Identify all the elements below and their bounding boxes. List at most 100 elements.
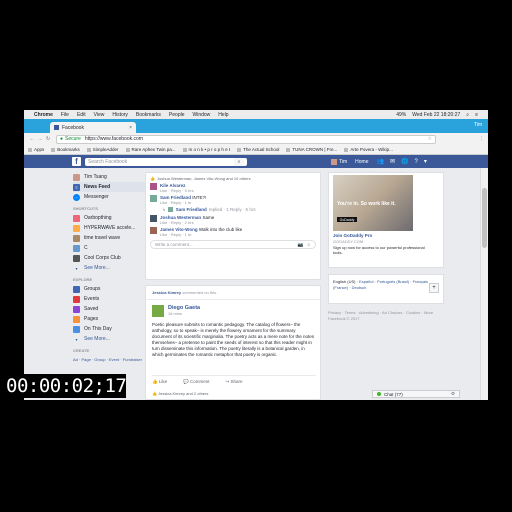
address-bar-row: ← → ↻ ● Secure https://www.facebook.com …: [24, 133, 488, 145]
ad-url: GODADDY.COM: [333, 239, 364, 244]
activity-user-link[interactable]: Jessica Kimrey: [152, 290, 181, 295]
menu-window[interactable]: Window: [193, 112, 211, 118]
avatar[interactable]: [150, 215, 157, 222]
like-button[interactable]: 👍 Like: [152, 379, 167, 385]
sidebar-item-label: Oarbopthing: [84, 215, 112, 221]
reaction-icons: 👍: [150, 176, 155, 181]
post-actions: 👍 Like 💬 Comment ↪ Share: [152, 375, 316, 385]
page-icon: [286, 147, 291, 152]
comment-meta[interactable]: Like · Reply · 5 hrs: [160, 188, 194, 193]
bookmark-item[interactable]: Apps: [28, 147, 44, 152]
video-timecode: 00:00:02;17: [6, 374, 127, 398]
bookmark-item[interactable]: TUNA CROWN | Fre...: [286, 147, 337, 152]
account-menu-icon[interactable]: ▾: [424, 158, 427, 165]
bookmark-item[interactable]: Rare Aphex Twin pa...: [125, 147, 176, 152]
profile-user-name[interactable]: Tim: [474, 122, 482, 128]
help-icon[interactable]: ?: [415, 159, 418, 165]
comment-meta[interactable]: Like · Reply · 1 hr: [160, 232, 242, 237]
group-icon: [73, 234, 80, 242]
notifications-icon[interactable]: 🌐: [401, 158, 408, 165]
comment-text: INTE?!: [192, 195, 207, 200]
menu-people[interactable]: People: [169, 112, 185, 118]
share-button[interactable]: ↪ Share: [226, 379, 243, 385]
avatar[interactable]: [150, 183, 157, 190]
reply-author: Sam Friedland: [175, 207, 207, 212]
ad-title[interactable]: Join GoDaddy Pro: [333, 233, 372, 238]
facebook-favicon-icon: [54, 125, 59, 130]
on-this-day-icon: [73, 325, 80, 333]
list-icon[interactable]: ≡: [475, 112, 478, 118]
menu-edit[interactable]: Edit: [77, 112, 86, 118]
menu-help[interactable]: Help: [218, 112, 228, 118]
menu-bookmarks[interactable]: Bookmarks: [136, 112, 161, 118]
comment-text: Walk into the club like: [198, 227, 243, 232]
nav-home-link[interactable]: Home: [355, 159, 368, 165]
avatar: [73, 173, 80, 181]
page-icon: [344, 147, 349, 152]
camera-icon[interactable]: 📷: [298, 242, 304, 248]
comment-reply-summary[interactable]: ↳ Sam Friedland replied · 1 Reply · 5 hr…: [158, 206, 320, 214]
post-time[interactable]: 16 mins: [168, 311, 200, 316]
forward-icon[interactable]: →: [36, 136, 44, 142]
tab-facebook[interactable]: Facebook ×: [50, 122, 136, 133]
back-icon[interactable]: ←: [28, 136, 36, 142]
nav-profile-link[interactable]: Tim: [339, 159, 347, 165]
bookmark-item[interactable]: m o n k • p r o p h e t: [182, 147, 230, 152]
reload-icon[interactable]: ↻: [44, 136, 52, 142]
avatar[interactable]: [150, 195, 157, 202]
page-scrollbar[interactable]: [480, 168, 488, 400]
chrome-menu-icon[interactable]: ⋮: [479, 136, 484, 142]
gear-icon[interactable]: ⚙: [451, 391, 455, 397]
events-icon: [73, 295, 80, 303]
sidebar-item-label: time travel wave: [84, 235, 121, 241]
comment: Sam Friedland INTE?! Like · Reply · 1 hr: [146, 194, 320, 206]
comment: James Vito-Wong Walk into the club like …: [146, 226, 320, 238]
url-input[interactable]: ● Secure https://www.facebook.com ☆: [56, 134, 436, 144]
post-likes-summary[interactable]: 👍 Jessica Kimrey and 2 others: [152, 391, 208, 396]
bookmark-star-icon[interactable]: ☆: [428, 136, 432, 142]
comment-input[interactable]: Write a comment... 📷 ☺: [150, 240, 316, 249]
battery-percent[interactable]: 49%: [396, 112, 406, 118]
post-header: Diego Gaeta 16 mins: [146, 300, 320, 319]
avatar[interactable]: [150, 227, 157, 234]
messenger-icon: ~: [73, 193, 80, 201]
avatar[interactable]: [331, 158, 337, 165]
comment-button[interactable]: 💬 Comment: [183, 379, 209, 385]
sponsored-ad[interactable]: You're in. So work like it. GoDaddy Join…: [328, 172, 444, 268]
sidebar-item-label: News Feed: [84, 184, 111, 190]
add-language-button[interactable]: +: [429, 283, 439, 293]
menu-history[interactable]: History: [112, 112, 128, 118]
likes-text: Jessica Kimrey and 2 others: [158, 391, 209, 396]
sticker-icon[interactable]: ☺: [306, 242, 311, 247]
sidebar-item-label: Cool Corps Club: [84, 255, 121, 261]
facebook-search-input[interactable]: Search Facebook ⌕: [85, 157, 247, 166]
bookmark-item[interactable]: SimpleAdder: [86, 147, 119, 152]
friend-requests-icon[interactable]: 👥: [377, 158, 384, 165]
menu-clock[interactable]: Wed Feb 22 18:20:27: [412, 112, 460, 118]
bookmark-item[interactable]: Arte Povera - Wikip...: [344, 147, 393, 152]
close-icon[interactable]: ×: [129, 125, 132, 131]
menu-file[interactable]: File: [61, 112, 69, 118]
sidebar-item-label: On This Day: [84, 326, 112, 332]
sidebar-item-label: Groups: [84, 286, 101, 292]
avatar[interactable]: [152, 305, 164, 317]
comment-meta[interactable]: Like · Reply · 2 hrs: [160, 220, 214, 225]
search-icon[interactable]: ⌕: [234, 157, 244, 166]
facebook-logo-icon[interactable]: f: [72, 157, 81, 166]
chat-label: Chat (77): [384, 391, 403, 397]
messages-icon[interactable]: ✉: [390, 158, 395, 165]
menu-view[interactable]: View: [94, 112, 105, 118]
bookmark-item[interactable]: The Actual School: [237, 147, 279, 152]
screen-recording-frame: Chrome File Edit View History Bookmarks …: [24, 110, 488, 400]
sidebar-item-label: Tim Tsang: [84, 174, 107, 180]
reactions-summary[interactable]: 👍 Joshua Westerman, James Vito-Wong and …: [146, 173, 320, 182]
bookmark-item[interactable]: Bookmarks: [51, 147, 80, 152]
comment-meta[interactable]: Like · Reply · 1 hr: [160, 200, 206, 205]
reactions-text: Joshua Westerman, James Vito-Wong and 10…: [156, 176, 251, 181]
menu-app-name[interactable]: Chrome: [34, 112, 53, 118]
sidebar-item-label: Events: [84, 296, 100, 302]
groups-icon: [73, 285, 80, 293]
scrollbar-thumb[interactable]: [482, 188, 487, 248]
search-icon[interactable]: ⌕: [466, 112, 469, 118]
chat-bar[interactable]: Chat (77) ⚙: [372, 390, 460, 398]
